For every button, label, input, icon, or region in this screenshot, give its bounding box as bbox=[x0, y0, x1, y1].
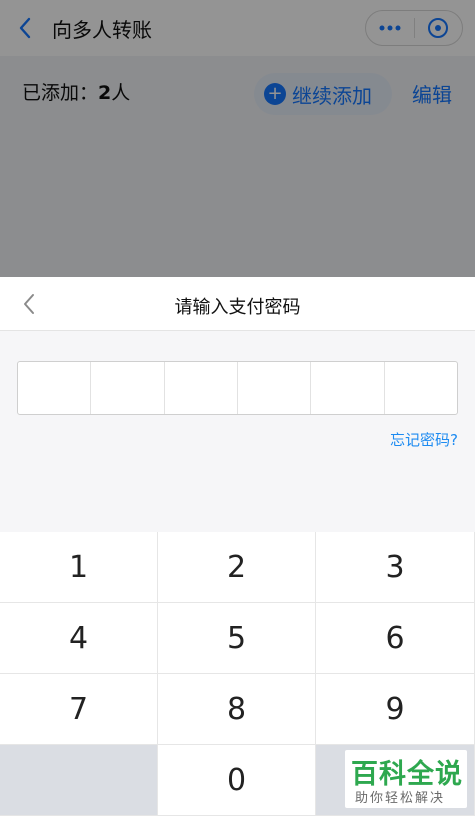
key-9[interactable]: 9 bbox=[316, 674, 475, 745]
key-4[interactable]: 4 bbox=[0, 603, 158, 674]
sheet-title: 请输入支付密码 bbox=[174, 297, 301, 318]
password-digit-cell bbox=[18, 362, 92, 414]
password-digit-cell bbox=[238, 362, 312, 414]
payment-password-sheet: 请输入支付密码 忘记密码? 1 2 3 4 5 6 7 8 9 0 bbox=[0, 277, 475, 816]
key-8[interactable]: 8 bbox=[158, 674, 316, 745]
sheet-header: 请输入支付密码 bbox=[0, 277, 475, 331]
key-blank bbox=[0, 745, 158, 816]
watermark-subtitle: 助你轻松解决 bbox=[355, 791, 446, 806]
watermark-title: 百科全说 bbox=[351, 759, 463, 790]
forgot-password-link[interactable]: 忘记密码? bbox=[390, 429, 458, 450]
key-6[interactable]: 6 bbox=[316, 603, 475, 674]
key-1[interactable]: 1 bbox=[0, 532, 158, 603]
password-digit-cell bbox=[311, 362, 385, 414]
password-digit-cell bbox=[91, 362, 165, 414]
key-0[interactable]: 0 bbox=[158, 745, 316, 816]
key-5[interactable]: 5 bbox=[158, 603, 316, 674]
key-3[interactable]: 3 bbox=[316, 532, 475, 603]
key-7[interactable]: 7 bbox=[0, 674, 158, 745]
watermark-logo: 百科全说 助你轻松解决 bbox=[345, 750, 467, 808]
password-digit-cell bbox=[385, 362, 457, 414]
key-2[interactable]: 2 bbox=[158, 532, 316, 603]
password-digit-cell bbox=[165, 362, 238, 414]
password-input[interactable] bbox=[17, 361, 458, 415]
